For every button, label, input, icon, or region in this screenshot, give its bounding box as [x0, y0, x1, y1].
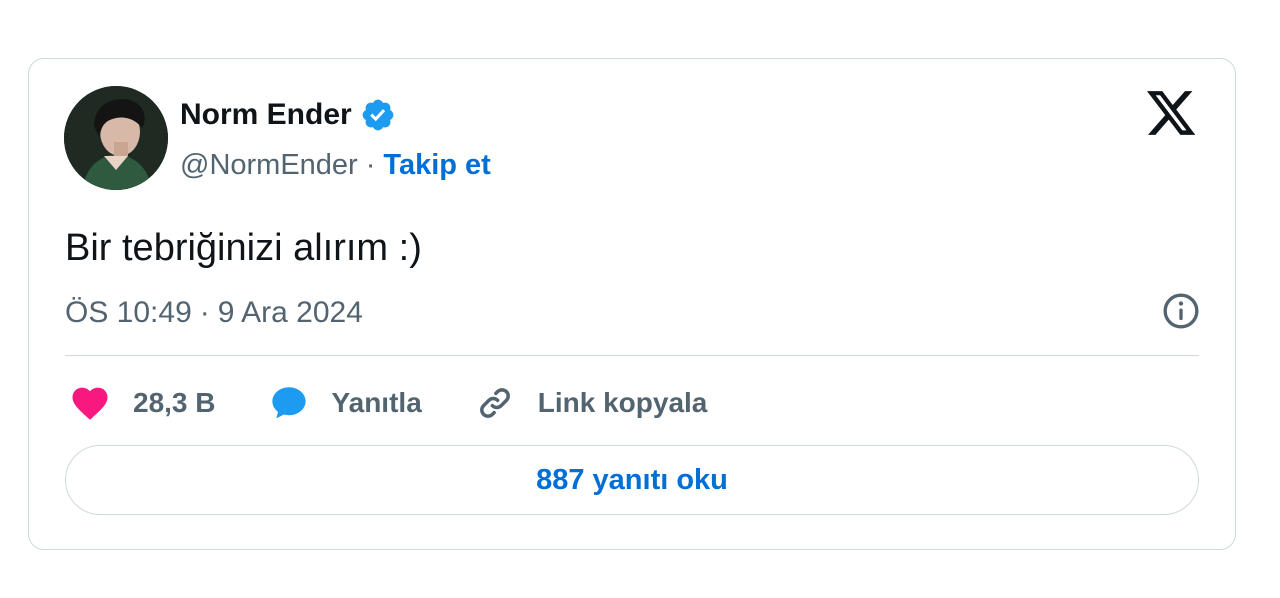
heart-icon	[72, 387, 108, 420]
action-bar: 28,3 B Yanıtla Link kopyala	[69, 381, 759, 425]
divider	[65, 355, 1199, 356]
author-name-row: Norm Ender	[180, 97, 396, 133]
like-count: 28,3 B	[133, 387, 216, 418]
tweet-date: 9 Ara 2024	[217, 296, 363, 329]
separator-dot: ·	[365, 149, 376, 181]
tweet-timestamp[interactable]: ÖS 10:49 · 9 Ara 2024	[65, 295, 363, 331]
author-handle[interactable]: @NormEnder	[180, 147, 358, 183]
reply-button[interactable]: Yanıtla	[268, 382, 422, 424]
tweet-embed-card: Norm Ender @NormEnder · Takip et Bir teb…	[28, 58, 1236, 550]
avatar[interactable]	[64, 86, 168, 190]
copy-link-label: Link kopyala	[537, 387, 708, 418]
handle-row: @NormEnder · Takip et	[180, 147, 491, 183]
avatar-image	[64, 86, 168, 190]
timestamp-separator: ·	[199, 296, 210, 329]
tweet-time: ÖS 10:49	[65, 296, 192, 329]
author-name[interactable]: Norm Ender	[180, 97, 352, 133]
like-button[interactable]: 28,3 B	[69, 382, 216, 424]
reply-bubble-icon	[271, 387, 306, 419]
x-logo-icon[interactable]	[1147, 91, 1197, 137]
read-replies-button[interactable]: 887 yanıtı oku	[65, 445, 1199, 515]
reply-label: Yanıtla	[331, 387, 422, 418]
follow-button[interactable]: Takip et	[383, 147, 490, 183]
verified-badge-icon	[360, 97, 396, 133]
info-icon[interactable]	[1161, 291, 1201, 331]
link-icon	[479, 388, 510, 418]
tweet-text: Bir tebriğinizi alırım :)	[65, 227, 422, 269]
copy-link-button[interactable]: Link kopyala	[474, 382, 708, 424]
